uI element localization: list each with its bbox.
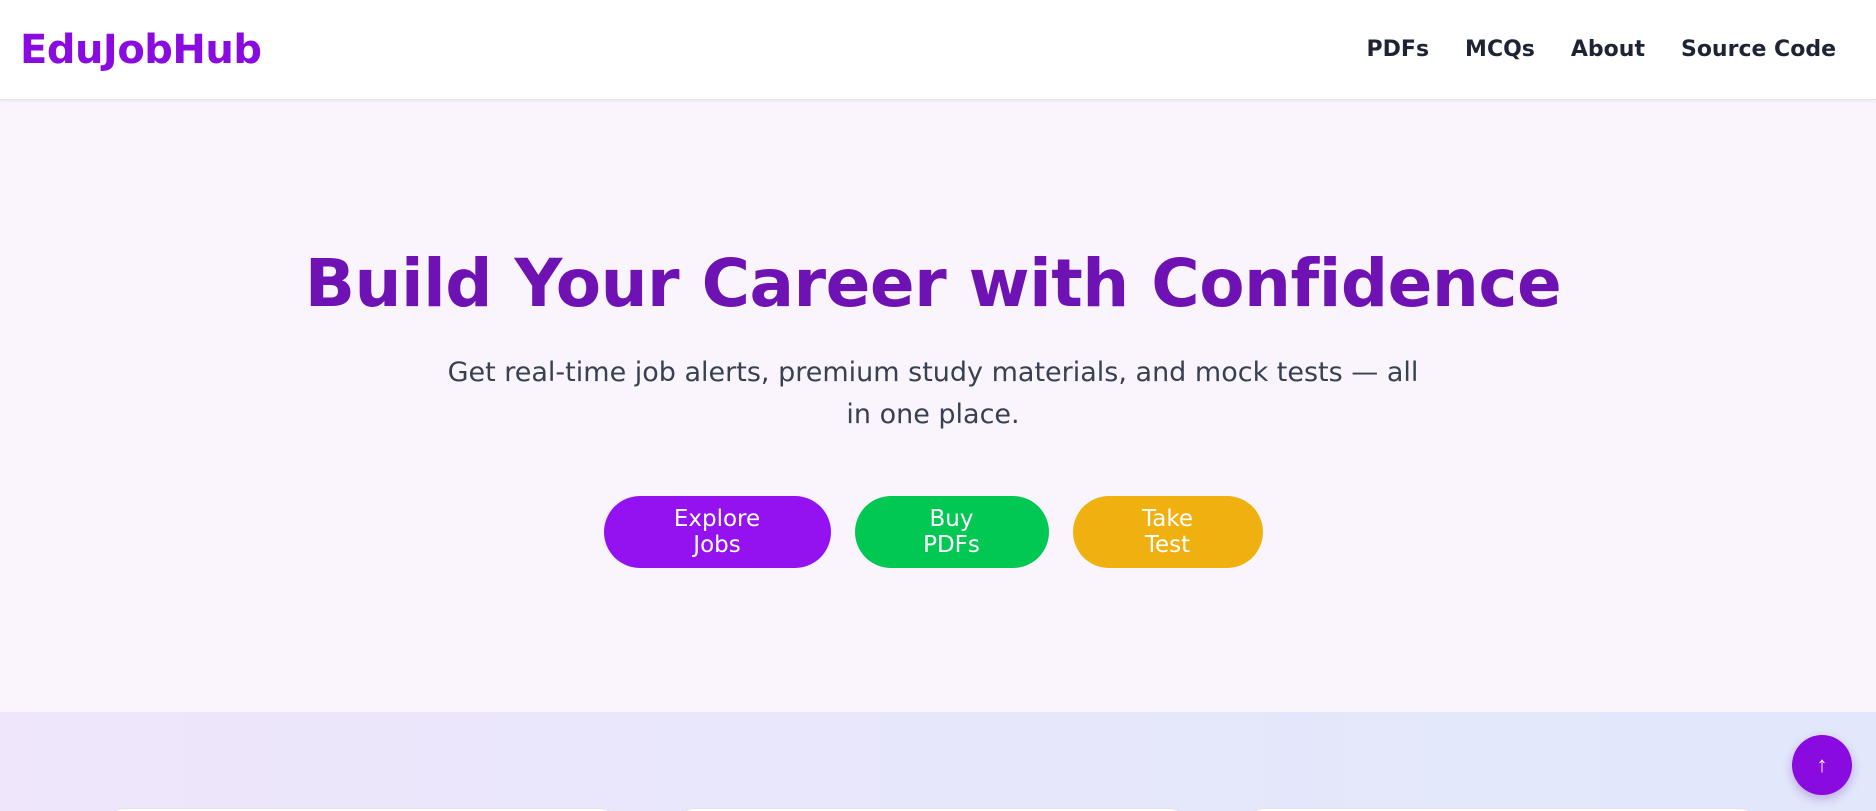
hero-subtitle: Get real-time job alerts, premium study … <box>447 357 1419 430</box>
main-nav: PDFs MCQs About Source Code <box>1367 37 1836 62</box>
site-header: EduJobHub PDFs MCQs About Source Code <box>0 0 1876 100</box>
page: EduJobHub PDFs MCQs About Source Code Bu… <box>0 0 1876 811</box>
nav-link-pdfs[interactable]: PDFs <box>1367 37 1430 62</box>
site-logo[interactable]: EduJobHub <box>20 27 262 73</box>
scroll-to-top-button[interactable]: ↑ <box>1792 735 1852 795</box>
nav-link-mcqs[interactable]: MCQs <box>1465 37 1535 62</box>
nav-link-about[interactable]: About <box>1571 37 1645 62</box>
take-test-button[interactable]: Take Test <box>1072 496 1263 568</box>
hero-section: Build Your Career with Confidence Get re… <box>0 100 1876 712</box>
hero-title: Build Your Career with Confidence <box>304 245 1562 322</box>
hero-button-row: Explore Jobs Buy PDFs Take Test <box>0 496 1866 568</box>
arrow-up-icon: ↑ <box>1816 752 1828 777</box>
explore-jobs-button[interactable]: Explore Jobs <box>603 496 831 568</box>
nav-link-source-code[interactable]: Source Code <box>1681 37 1836 62</box>
buy-pdfs-button[interactable]: Buy PDFs <box>854 496 1049 568</box>
features-section <box>0 712 1876 811</box>
